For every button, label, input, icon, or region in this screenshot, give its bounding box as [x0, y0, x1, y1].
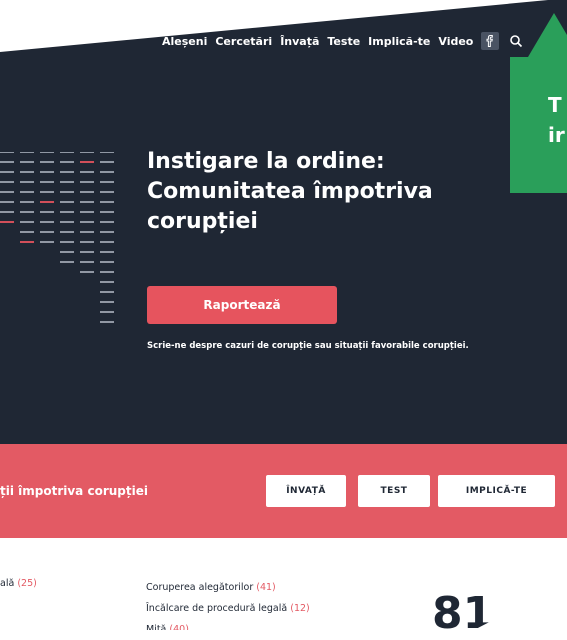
- nav-item-cercetari[interactable]: Cercetări: [215, 35, 272, 48]
- promo-notch: [528, 13, 567, 57]
- hero-subtitle: Scrie-ne despre cazuri de corupție sau s…: [147, 341, 469, 351]
- nav-item-aleseni[interactable]: Aleșeni: [162, 35, 207, 48]
- category-list-right: Coruperea alegătorilor (41) Încălcare de…: [146, 577, 310, 630]
- hero-title: Instigare la ordine: Comunitatea împotri…: [147, 149, 433, 234]
- category-count: (12): [290, 603, 310, 614]
- get-involved-button[interactable]: IMPLICĂ-TE: [438, 475, 555, 507]
- category-list-left: ală (25): [0, 578, 37, 589]
- category-count: (25): [17, 578, 37, 589]
- report-button[interactable]: Raportează: [147, 286, 337, 324]
- facebook-icon[interactable]: [481, 32, 500, 50]
- category-count: (41): [256, 582, 276, 593]
- learn-button[interactable]: ÎNVAȚĂ: [266, 475, 346, 507]
- nav-item-invata[interactable]: Învață: [280, 35, 319, 48]
- category-item[interactable]: ală (25): [0, 578, 37, 589]
- nav-item-teste[interactable]: Teste: [327, 35, 360, 48]
- promo-text: T ir: [548, 93, 565, 147]
- category-item[interactable]: Încălcare de procedură legală (12): [146, 598, 310, 619]
- decorative-dash-pattern: [0, 152, 114, 323]
- page: Aleșeni Cercetări Învață Teste Implică-t…: [0, 0, 567, 630]
- nav-item-implica[interactable]: Implică-te: [368, 35, 430, 48]
- total-count: 81: [432, 588, 494, 639]
- top-nav: Aleșeni Cercetări Învață Teste Implică-t…: [162, 32, 525, 50]
- nav-item-video[interactable]: Video: [438, 35, 473, 48]
- hero-section: Aleșeni Cercetări Învață Teste Implică-t…: [0, 0, 567, 444]
- test-button[interactable]: TEST: [358, 475, 430, 507]
- category-item[interactable]: Coruperea alegătorilor (41): [146, 577, 310, 598]
- search-icon[interactable]: [507, 32, 525, 50]
- band-title: ții împotriva corupției: [0, 484, 148, 498]
